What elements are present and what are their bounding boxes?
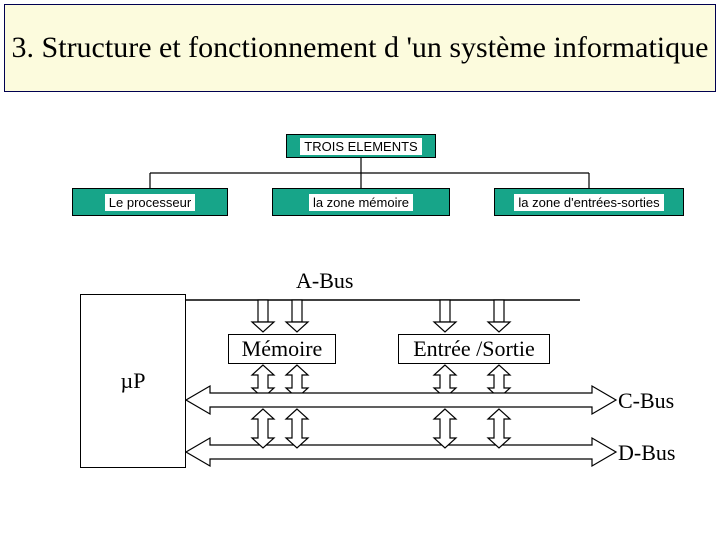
io-box: Entrée /Sortie	[398, 334, 550, 364]
dbus-label: D-Bus	[618, 440, 675, 466]
abus-label: A-Bus	[296, 268, 353, 294]
cbus-label: C-Bus	[618, 388, 674, 414]
memory-label: Mémoire	[242, 336, 323, 362]
memory-box: Mémoire	[228, 334, 336, 364]
cpu-box: µP	[80, 294, 186, 468]
cpu-label: µP	[121, 368, 146, 394]
io-label: Entrée /Sortie	[413, 336, 535, 362]
